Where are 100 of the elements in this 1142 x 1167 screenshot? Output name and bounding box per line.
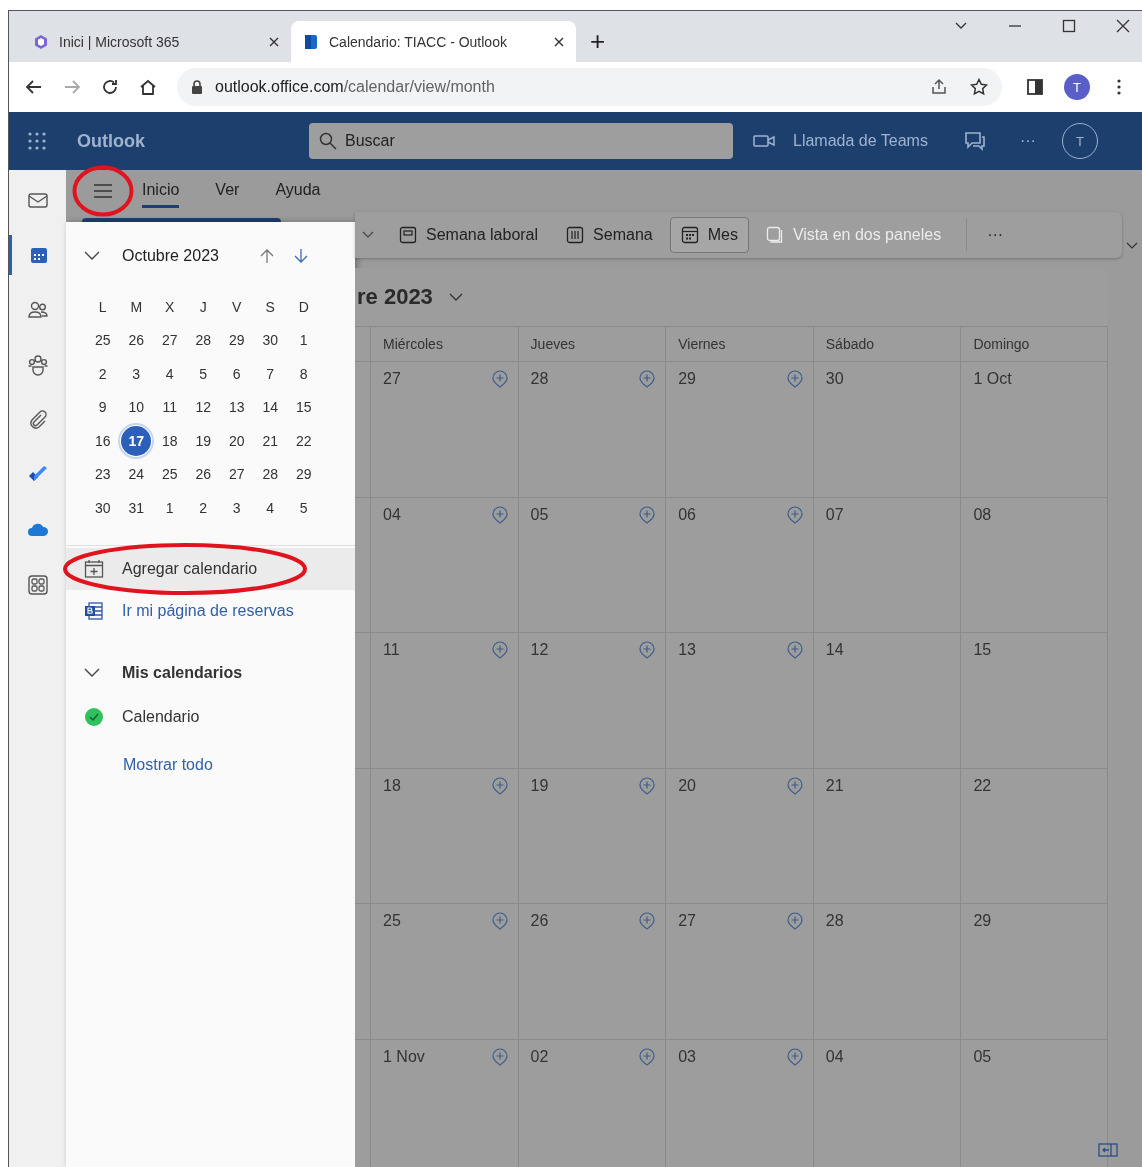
day-cell[interactable]: 17	[121, 425, 152, 456]
view-button[interactable]: Mes	[669, 217, 749, 253]
month-title[interactable]: Octubre 2023	[122, 247, 260, 265]
calendar-item[interactable]: Calendario	[84, 697, 355, 736]
day-cell[interactable]: 18	[154, 425, 185, 456]
chevron-down-icon[interactable]	[84, 667, 100, 678]
day-cell[interactable]: 27	[154, 325, 185, 356]
day-cell[interactable]: 10	[121, 392, 152, 423]
add-event-icon[interactable]	[639, 505, 656, 524]
day-number[interactable]: 08	[973, 505, 992, 524]
day-number[interactable]: 13	[678, 641, 696, 659]
address-bar[interactable]: outlook.office.com/calendar/view/month	[177, 68, 1002, 106]
day-cell[interactable]: 22	[288, 425, 319, 456]
add-event-icon[interactable]	[639, 370, 656, 388]
day-cell[interactable]: 4	[154, 358, 185, 389]
check-circle-icon[interactable]	[84, 706, 104, 727]
day-number[interactable]: 05	[530, 505, 549, 524]
day-cell[interactable]: 13	[221, 392, 252, 423]
day-number[interactable]: 21	[825, 776, 844, 795]
day-cell[interactable]: 19	[188, 425, 219, 456]
add-calendar-item[interactable]: Agregar calendario	[66, 547, 355, 590]
day-number[interactable]: 22	[973, 776, 992, 795]
booking-page-link[interactable]: Ir mi página de reservas	[66, 589, 355, 632]
day-cell[interactable]: 9	[87, 392, 118, 423]
day-number[interactable]: 04	[825, 1047, 844, 1066]
day-cell[interactable]: 31	[121, 492, 152, 523]
day-number[interactable]: 12	[530, 641, 549, 659]
browser-tab[interactable]: Calendario: TIACC - Outlook	[291, 21, 576, 62]
panel-toggle-icon[interactable]	[1098, 1143, 1118, 1157]
chevron-down-icon[interactable]	[1126, 242, 1138, 250]
day-number[interactable]: 1 Oct	[973, 370, 1012, 388]
close-icon[interactable]	[554, 36, 564, 47]
day-cell[interactable]: 20	[221, 425, 252, 456]
add-event-icon[interactable]	[491, 505, 508, 524]
day-cell[interactable]: 24	[121, 459, 152, 490]
day-cell[interactable]: 8	[288, 358, 319, 389]
day-number[interactable]: 19	[530, 776, 549, 795]
add-event-icon[interactable]	[786, 370, 803, 388]
day-number[interactable]: 1 Nov	[383, 1047, 425, 1066]
day-number[interactable]: 29	[973, 912, 992, 930]
day-cell[interactable]: 1	[288, 325, 319, 356]
chat-icon[interactable]	[963, 131, 986, 151]
day-number[interactable]: 14	[825, 641, 844, 659]
day-number[interactable]: 02	[530, 1047, 549, 1066]
day-number[interactable]: 28	[530, 370, 549, 388]
day-cell[interactable]: 21	[255, 425, 286, 456]
star-icon[interactable]	[970, 78, 988, 96]
show-all-link[interactable]: Mostrar todo	[123, 755, 355, 774]
nav-tab[interactable]: Ver	[215, 174, 240, 208]
view-button[interactable]: Semana laboral	[388, 217, 550, 253]
add-event-icon[interactable]	[786, 505, 803, 524]
day-cell[interactable]: 28	[255, 459, 286, 490]
day-cell[interactable]: 15	[288, 392, 319, 423]
maximize-icon[interactable]	[1062, 19, 1076, 33]
day-cell[interactable]: 11	[154, 392, 185, 423]
day-number[interactable]: 03	[678, 1047, 696, 1066]
close-icon[interactable]	[269, 36, 279, 47]
add-event-icon[interactable]	[491, 776, 508, 795]
add-event-icon[interactable]	[491, 641, 508, 659]
more-button[interactable]: ···	[987, 226, 1004, 244]
day-cell[interactable]: 25	[154, 459, 185, 490]
month-heading[interactable]: re 2023	[357, 284, 433, 310]
day-cell[interactable]: 5	[188, 358, 219, 389]
more-button[interactable]: ···	[1019, 132, 1036, 150]
chevron-down-icon[interactable]	[84, 251, 100, 261]
reload-icon[interactable]	[101, 78, 119, 96]
day-number[interactable]: 15	[973, 641, 992, 659]
day-cell[interactable]: 16	[87, 425, 118, 456]
day-cell[interactable]: 7	[255, 358, 286, 389]
nav-tab[interactable]: Inicio	[142, 174, 180, 208]
day-number[interactable]: 05	[973, 1047, 992, 1066]
section-title[interactable]: Mis calendarios	[122, 663, 243, 682]
day-number[interactable]: 06	[678, 505, 696, 524]
day-cell[interactable]: 29	[221, 325, 252, 356]
day-number[interactable]: 27	[678, 912, 696, 930]
day-number[interactable]: 27	[383, 370, 401, 388]
chevron-down-icon[interactable]	[448, 293, 463, 301]
day-number[interactable]: 28	[825, 912, 844, 930]
home-icon[interactable]	[139, 78, 157, 96]
day-cell[interactable]: 12	[188, 392, 219, 423]
day-cell[interactable]: 26	[188, 459, 219, 490]
day-cell[interactable]: 3	[121, 358, 152, 389]
day-cell[interactable]: 5	[288, 492, 319, 523]
day-number[interactable]: 04	[383, 505, 401, 524]
day-number[interactable]: 25	[383, 912, 401, 930]
day-cell[interactable]: 23	[87, 459, 118, 490]
day-number[interactable]: 29	[678, 370, 696, 388]
teams-call-button[interactable]: Llamada de Teams	[753, 132, 928, 150]
day-cell[interactable]: 30	[87, 492, 118, 523]
add-event-icon[interactable]	[786, 641, 803, 659]
back-icon[interactable]	[25, 78, 43, 96]
profile-avatar[interactable]: T	[1064, 74, 1090, 100]
add-event-icon[interactable]	[786, 1047, 803, 1066]
search-field[interactable]: Buscar	[309, 123, 733, 159]
day-cell[interactable]: 1	[154, 492, 185, 523]
forward-icon[interactable]	[63, 78, 81, 96]
day-cell[interactable]: 29	[288, 459, 319, 490]
day-number[interactable]: 07	[825, 505, 844, 524]
day-number[interactable]: 26	[530, 912, 549, 930]
day-number[interactable]: 18	[383, 776, 401, 795]
